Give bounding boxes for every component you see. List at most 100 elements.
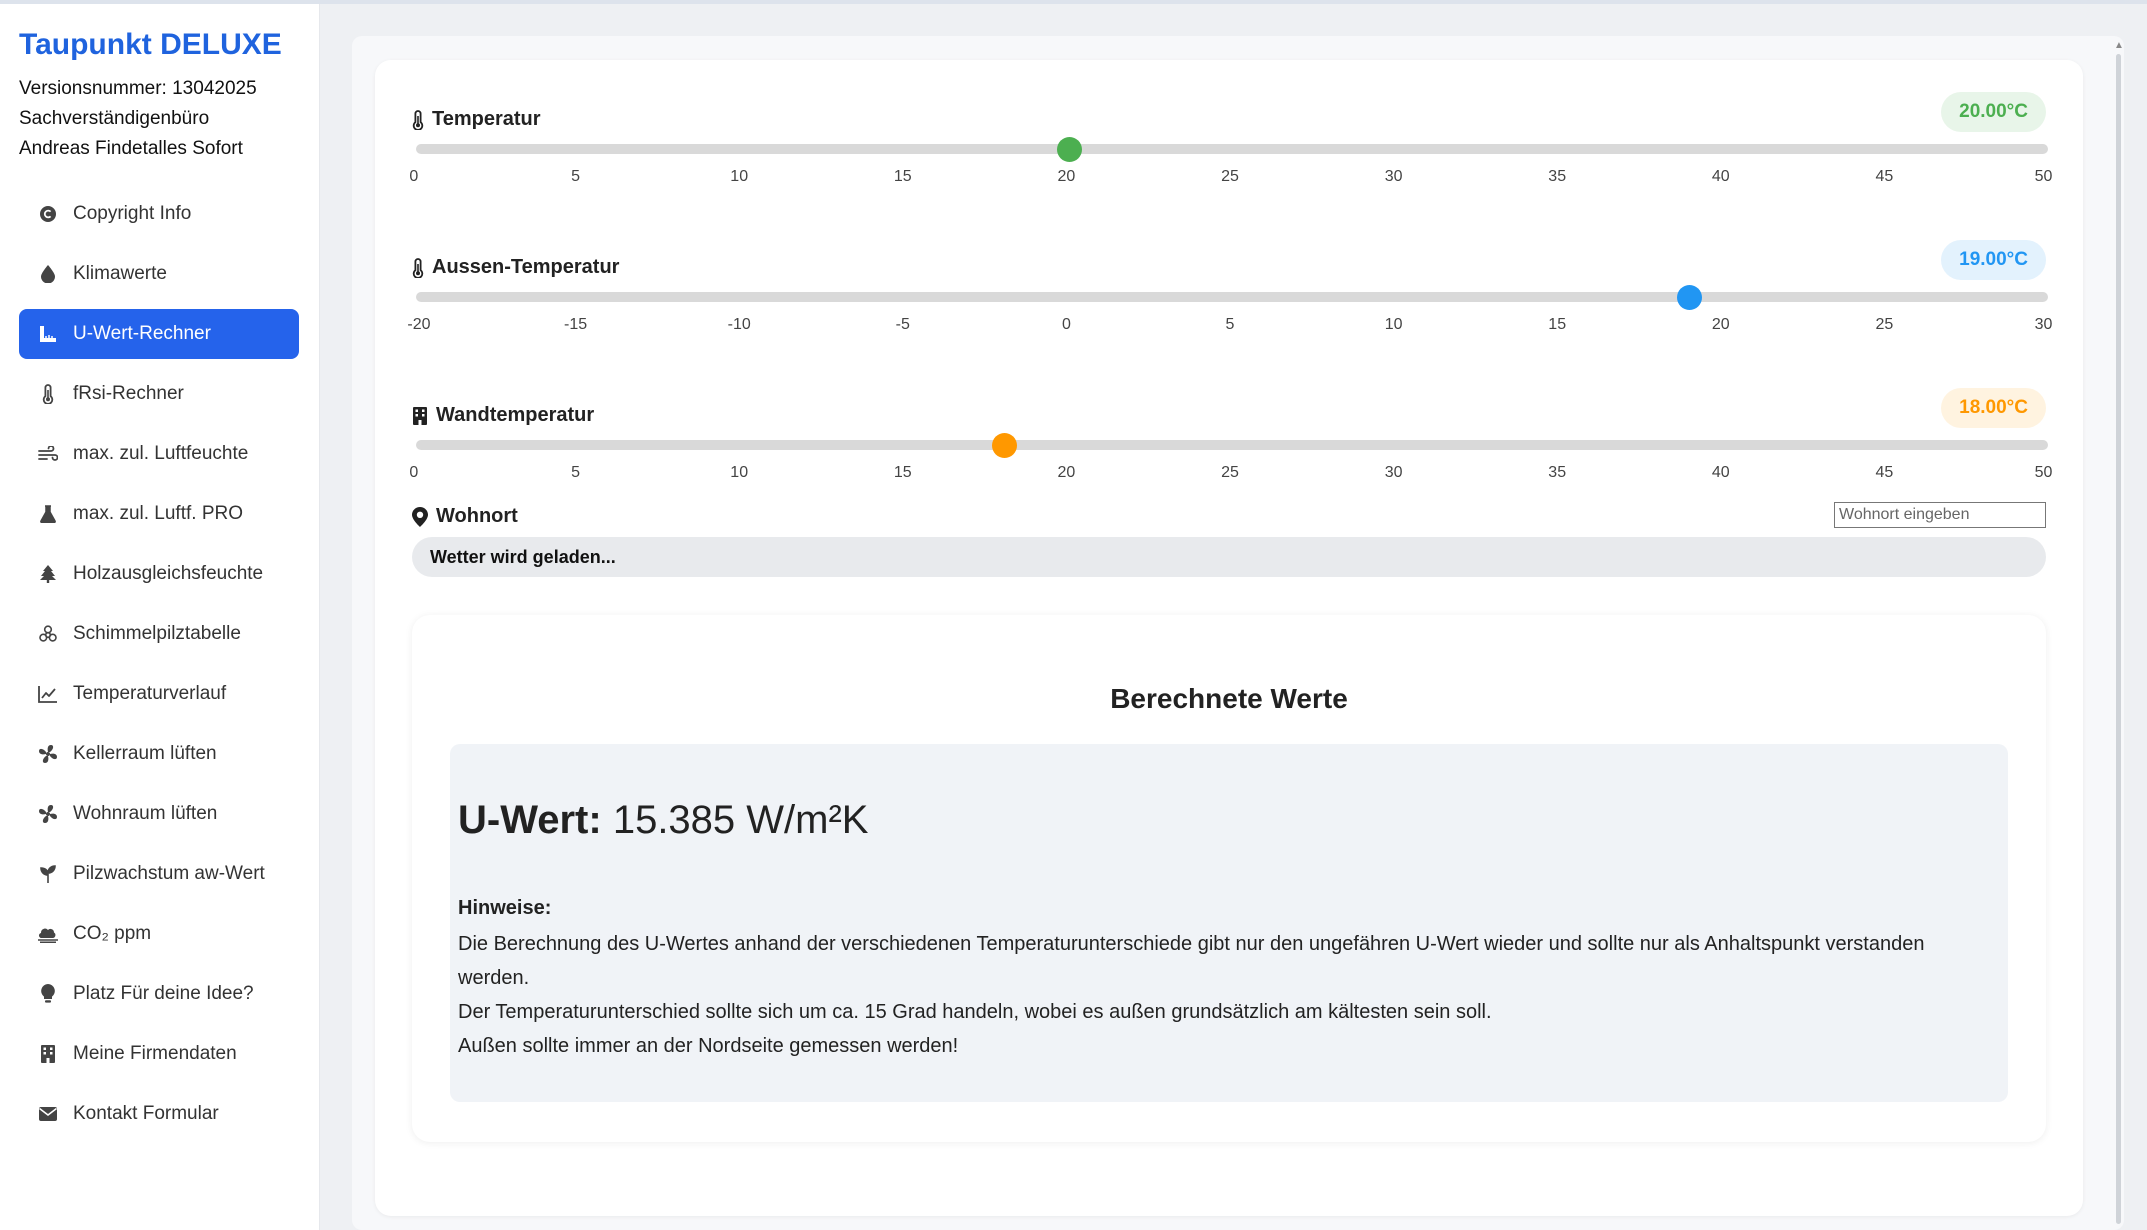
thermometer-icon — [412, 257, 424, 278]
tick-label: 10 — [730, 464, 749, 481]
tick-label: 15 — [1548, 316, 1567, 333]
sidebar-item-copyright-info[interactable]: Copyright Info — [19, 189, 299, 239]
sidebar-item-label: max. zul. Luftf. PRO — [73, 503, 243, 524]
sidebar-item-wohnraum-lüften[interactable]: Wohnraum lüften — [19, 789, 299, 839]
sidebar-item-meine-firmendaten[interactable]: Meine Firmendaten — [19, 1029, 299, 1079]
tree-icon — [37, 563, 59, 585]
tick-label: 5 — [1225, 316, 1235, 333]
sidebar-item-pilzwachstum-aw-wert[interactable]: Pilzwachstum aw-Wert — [19, 849, 299, 899]
sidebar-item-label: Kontakt Formular — [73, 1103, 219, 1124]
owner-name: Andreas Findetalles Sofort — [19, 138, 243, 159]
slider-aussen-temperatur: Aussen-Temperatur 19.00°C -20 -15 -10 -5 0 5 10 1… — [407, 240, 2052, 396]
tick-label: 40 — [1711, 168, 1730, 185]
slider-thumb[interactable] — [991, 433, 1017, 458]
tick-label: 50 — [2034, 168, 2053, 185]
tick-label: 5 — [571, 168, 581, 185]
results-card: Berechnete Werte U-Wert: 15.385 W/m²K Hi… — [412, 615, 2046, 1142]
slider-label: Wandtemperatur — [412, 404, 594, 427]
wohnort-label: Wohnort — [412, 505, 518, 528]
sidebar-item-kontakt-formular[interactable]: Kontakt Formular — [19, 1089, 299, 1139]
sidebar-item-label: max. zul. Luftfeuchte — [73, 443, 249, 464]
tick-label: 30 — [1384, 464, 1403, 481]
slider-track[interactable] — [416, 144, 2048, 154]
slider-thumb[interactable] — [1056, 137, 1082, 162]
building-icon — [412, 406, 428, 426]
slider-label-text: Wandtemperatur — [436, 404, 595, 426]
sidebar-item-u-wert-rechner[interactable]: U-Wert-Rechner — [19, 309, 299, 359]
copyright-icon — [37, 203, 59, 225]
hinweise-line: Außen sollte immer an der Nordseite geme… — [458, 1035, 959, 1057]
tick-label: 30 — [1384, 168, 1403, 185]
uwert-label: U-Wert: — [458, 798, 602, 842]
slider-track[interactable] — [416, 292, 2048, 302]
seedling-icon — [37, 863, 59, 885]
app-info: Versionsnummer: 13042025 Sachverständige… — [19, 74, 257, 164]
wohnort-input[interactable] — [1834, 502, 2046, 528]
sidebar-item-label: fRsi-Rechner — [73, 383, 184, 404]
sidebar-item-label: Holzausgleichsfeuchte — [73, 563, 264, 584]
slider-ticks: 0 5 10 15 20 25 30 35 40 45 50 — [409, 464, 2052, 486]
tick-label: 0 — [409, 168, 419, 185]
slider-label: Temperatur — [412, 108, 541, 131]
app-title: Taupunkt DELUXE — [19, 28, 282, 61]
tick-label: 30 — [2034, 316, 2053, 333]
sidebar-item-label: U-Wert-Rechner — [73, 323, 211, 344]
ruler-icon — [37, 323, 59, 345]
sidebar-item-max-zul-luftfeuchte[interactable]: max. zul. Luftfeuchte — [19, 429, 299, 479]
tick-label: 50 — [2034, 464, 2053, 481]
tick-label: 0 — [409, 464, 419, 481]
hinweise-title: Hinweise: — [458, 897, 552, 919]
sidebar: Taupunkt DELUXE Versionsnummer: 13042025… — [0, 4, 320, 1230]
slider-ticks: -20 -15 -10 -5 0 5 10 15 20 25 30 — [407, 316, 2052, 338]
slider-value-badge: 20.00°C — [1941, 92, 2046, 132]
wohnort-text: Wohnort — [436, 505, 518, 527]
tick-label: -10 — [727, 316, 751, 333]
tick-label: 35 — [1548, 168, 1567, 185]
scrollbar-thumb[interactable] — [2116, 54, 2121, 1224]
sidebar-item-temperaturverlauf[interactable]: Temperaturverlauf — [19, 669, 299, 719]
uwert-result: U-Wert: 15.385 W/m²K — [458, 798, 868, 843]
lightbulb-icon — [37, 983, 59, 1005]
sidebar-item-platz-für-deine-idee[interactable]: Platz Für deine Idee? — [19, 969, 299, 1019]
flask-icon — [37, 503, 59, 525]
sidebar-item-label: Temperaturverlauf — [73, 683, 227, 704]
hinweise-text: Die Berechnung des U-Wertes anhand der v… — [458, 927, 1998, 1063]
tick-label: 40 — [1711, 464, 1730, 481]
results-title: Berechnete Werte — [1110, 683, 1348, 714]
tick-label: 20 — [1057, 168, 1076, 185]
tick-label: -15 — [564, 316, 588, 333]
slider-ticks: 0 5 10 15 20 25 30 35 40 45 50 — [409, 168, 2052, 190]
sidebar-item-label: Copyright Info — [73, 203, 192, 224]
thermometer-icon — [37, 383, 59, 405]
tick-label: -5 — [895, 316, 910, 333]
sidebar-item-label: Schimmelpilztabelle — [73, 623, 241, 644]
tick-label: 45 — [1875, 464, 1894, 481]
smog-icon — [37, 923, 59, 945]
uwert-value: 15.385 W/m²K — [612, 798, 869, 842]
sidebar-item-co-ppm[interactable]: CO₂ ppm — [19, 909, 299, 959]
sidebar-item-frsi-rechner[interactable]: fRsi-Rechner — [19, 369, 299, 419]
sidebar-item-label: Klimawerte — [73, 263, 167, 284]
tick-label: -20 — [407, 316, 431, 333]
sidebar-item-label: Wohnraum lüften — [73, 803, 218, 824]
sidebar-item-label: CO₂ ppm — [73, 923, 152, 944]
sidebar-item-holzausgleichsfeuchte[interactable]: Holzausgleichsfeuchte — [19, 549, 299, 599]
sidebar-item-kellerraum-lüften[interactable]: Kellerraum lüften — [19, 729, 299, 779]
sidebar-item-label: Platz Für deine Idee? — [73, 983, 254, 1004]
results-panel: U-Wert: 15.385 W/m²K Hinweise: Die Berec… — [450, 744, 2008, 1102]
sidebar-item-schimmelpilztabelle[interactable]: Schimmelpilztabelle — [19, 609, 299, 659]
sidebar-item-max-zul-luftf-pro[interactable]: max. zul. Luftf. PRO — [19, 489, 299, 539]
top-border — [0, 0, 2147, 4]
slider-track[interactable] — [416, 440, 2048, 450]
slider-label: Aussen-Temperatur — [412, 256, 619, 279]
slider-value-badge: 19.00°C — [1941, 240, 2046, 280]
slider-wandtemperatur: Wandtemperatur 18.00°C 0 5 10 15 20 25 30 35 40 45 5… — [409, 388, 2052, 544]
fan-icon — [37, 743, 59, 765]
thermometer-icon — [412, 109, 424, 130]
sidebar-item-klimawerte[interactable]: Klimawerte — [19, 249, 299, 299]
wind-icon — [37, 443, 59, 465]
slider-thumb[interactable] — [1676, 285, 1702, 310]
weather-status: Wetter wird geladen... — [412, 537, 2046, 577]
sidebar-item-label: Pilzwachstum aw-Wert — [73, 863, 265, 884]
scroll-up-icon[interactable]: ▲ — [2114, 40, 2124, 51]
